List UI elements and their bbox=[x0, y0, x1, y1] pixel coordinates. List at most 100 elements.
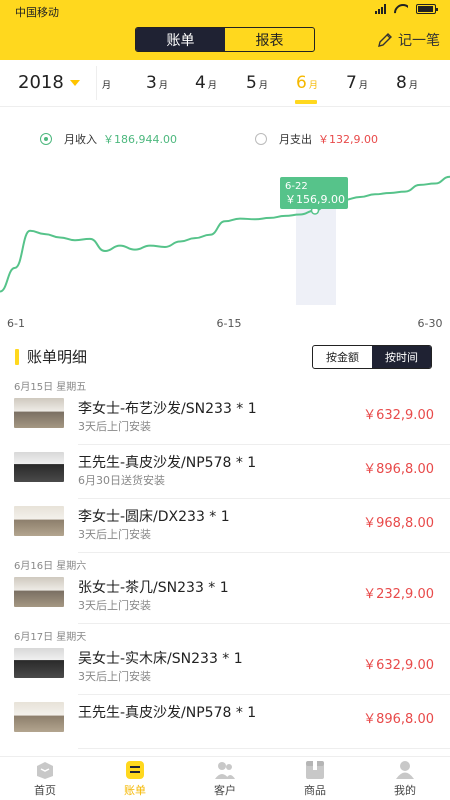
product-thumbnail bbox=[14, 648, 64, 678]
bill-subtitle: 3天后上门安装 bbox=[78, 420, 151, 433]
pencil-icon bbox=[378, 33, 392, 47]
month-item[interactable]: 月 bbox=[100, 73, 111, 93]
month-unit: 月 bbox=[408, 81, 418, 91]
tab-bills[interactable]: 账单 bbox=[90, 757, 180, 800]
date-header: 6月16日 星期六 bbox=[14, 561, 87, 572]
bill-row[interactable]: 吴女士-实木床/SN233 * 1 3天后上门安装 ￥632,9.00 bbox=[0, 641, 450, 695]
income-label: 月收入 bbox=[64, 133, 97, 146]
income-value: ￥186,944.00 bbox=[103, 133, 177, 146]
bill-row[interactable]: 张女士-茶几/SN233 * 1 3天后上门安装 ￥232,9.00 bbox=[0, 570, 450, 624]
income-line-chart[interactable]: 6-22￥156,9.00 6-1 6-15 6-30 bbox=[0, 160, 450, 335]
month-unit: 月 bbox=[158, 81, 168, 91]
bill-title: 王先生-真皮沙发/NP578 * 1 bbox=[78, 705, 257, 721]
bill-subtitle: 3天后上门安装 bbox=[78, 599, 151, 612]
sort-by-amount[interactable]: 按金额 bbox=[313, 346, 372, 368]
year-divider bbox=[96, 66, 97, 100]
income-toggle[interactable]: 月收入 ￥186,944.00 bbox=[40, 131, 177, 147]
bill-row[interactable]: 王先生-真皮沙发/NP578 * 1 6月30日送货安装 ￥896,8.00 bbox=[0, 445, 450, 499]
detail-title: 账单明细 bbox=[27, 348, 88, 366]
month-number: 3 bbox=[146, 73, 157, 93]
bill-subtitle: 6月30日送货安装 bbox=[78, 474, 165, 487]
month-item[interactable]: 3月 bbox=[146, 73, 168, 93]
tab-profile[interactable]: 我的 bbox=[360, 757, 450, 800]
tab-customers[interactable]: 客户 bbox=[180, 757, 270, 800]
row-divider bbox=[78, 552, 450, 553]
expense-toggle[interactable]: 月支出 ￥132,9.00 bbox=[255, 131, 378, 147]
bill-row[interactable]: 李女士-圆床/DX233 * 1 3天后上门安装 ￥968,8.00 bbox=[0, 499, 450, 553]
month-number: 6 bbox=[296, 73, 307, 93]
tab-label: 账单 bbox=[124, 784, 146, 797]
chart-legend: 月收入 ￥186,944.00 月支出 ￥132,9.00 bbox=[0, 124, 450, 154]
bill-price: ￥632,9.00 bbox=[363, 658, 434, 673]
month-item[interactable]: 7月 bbox=[346, 73, 368, 93]
bill-title: 吴女士-实木床/SN233 * 1 bbox=[78, 651, 243, 667]
date-header: 6月17日 星期天 bbox=[14, 632, 87, 643]
screen: 中国移动 账单 报表 记一笔 2018 月3月4月5月6月7月8月 月收入 ￥1… bbox=[0, 0, 450, 800]
signal-icon bbox=[375, 4, 386, 14]
bill-row[interactable]: 王先生-真皮沙发/NP578 * 1 ￥896,8.00 bbox=[0, 695, 450, 749]
bill-title: 李女士-布艺沙发/SN233 * 1 bbox=[78, 401, 257, 417]
month-unit: 月 bbox=[102, 81, 112, 91]
view-switch: 账单 报表 bbox=[135, 27, 315, 52]
tab-label: 我的 bbox=[394, 784, 416, 797]
month-unit: 月 bbox=[207, 81, 217, 91]
detail-header: 账单明细 按金额 按时间 bbox=[0, 340, 450, 375]
bill-price: ￥232,9.00 bbox=[363, 587, 434, 602]
bill-row[interactable]: 李女士-布艺沙发/SN233 * 1 3天后上门安装 ￥632,9.00 bbox=[0, 391, 450, 445]
sort-by-time[interactable]: 按时间 bbox=[372, 346, 431, 368]
tab-home[interactable]: 首页 bbox=[0, 757, 90, 800]
record-button[interactable]: 记一笔 bbox=[376, 30, 440, 50]
bill-subtitle: 3天后上门安装 bbox=[78, 528, 151, 541]
bill-icon bbox=[126, 761, 144, 779]
dropdown-caret-icon bbox=[69, 79, 80, 86]
month-item[interactable]: 6月 bbox=[296, 73, 318, 93]
x-tick-label: 6-1 bbox=[7, 317, 25, 330]
tooltip-value: ￥156,9.00 bbox=[285, 193, 345, 206]
battery-icon bbox=[416, 4, 438, 14]
month-unit: 月 bbox=[258, 81, 268, 91]
date-nav: 2018 月3月4月5月6月7月8月 bbox=[0, 60, 450, 107]
bill-list[interactable]: 6月15日 星期五 李女士-布艺沙发/SN233 * 1 3天后上门安装 ￥632,9… bbox=[0, 374, 450, 756]
status-bar: 中国移动 bbox=[0, 0, 450, 22]
bottom-tab-bar: 首页 账单 客户 商品 我的 bbox=[0, 756, 450, 800]
month-item[interactable]: 5月 bbox=[246, 73, 268, 93]
tab-bill[interactable]: 账单 bbox=[136, 28, 225, 51]
x-tick-label: 6-30 bbox=[418, 317, 443, 330]
month-item[interactable]: 8月 bbox=[396, 73, 418, 93]
month-scroller[interactable]: 月3月4月5月6月7月8月 bbox=[98, 60, 450, 107]
radio-unchecked-icon bbox=[255, 133, 267, 145]
income-series-line bbox=[0, 175, 450, 293]
row-divider bbox=[78, 748, 450, 749]
bill-price: ￥632,9.00 bbox=[363, 408, 434, 423]
profile-icon bbox=[396, 761, 414, 779]
x-tick-label: 6-15 bbox=[217, 317, 242, 330]
bill-title: 李女士-圆床/DX233 * 1 bbox=[78, 509, 230, 525]
tab-label: 商品 bbox=[304, 784, 326, 797]
tab-label: 首页 bbox=[34, 784, 56, 797]
tab-report[interactable]: 报表 bbox=[225, 28, 314, 51]
tooltip-date: 6-22 bbox=[285, 181, 308, 192]
expense-value: ￥132,9.00 bbox=[318, 133, 378, 146]
month-number: 8 bbox=[396, 73, 407, 93]
bill-price: ￥968,8.00 bbox=[363, 516, 434, 531]
record-label: 记一笔 bbox=[398, 33, 440, 49]
product-thumbnail bbox=[14, 702, 64, 732]
month-number: 4 bbox=[195, 73, 206, 93]
month-item[interactable]: 4月 bbox=[195, 73, 217, 93]
product-thumbnail bbox=[14, 506, 64, 536]
year-label: 2018 bbox=[18, 72, 64, 93]
tab-products[interactable]: 商品 bbox=[270, 757, 360, 800]
bill-title: 王先生-真皮沙发/NP578 * 1 bbox=[78, 455, 257, 471]
bill-price: ￥896,8.00 bbox=[363, 712, 434, 727]
month-number: 7 bbox=[346, 73, 357, 93]
title-accent-bar bbox=[15, 348, 19, 365]
month-unit: 月 bbox=[308, 81, 318, 91]
wifi-icon bbox=[394, 4, 408, 14]
top-header: 中国移动 账单 报表 记一笔 bbox=[0, 0, 450, 60]
row-divider bbox=[78, 623, 450, 624]
home-icon bbox=[37, 762, 53, 779]
bill-subtitle: 3天后上门安装 bbox=[78, 670, 151, 683]
bill-title: 张女士-茶几/SN233 * 1 bbox=[78, 580, 229, 596]
year-selector[interactable]: 2018 bbox=[18, 72, 80, 93]
month-number: 5 bbox=[246, 73, 257, 93]
